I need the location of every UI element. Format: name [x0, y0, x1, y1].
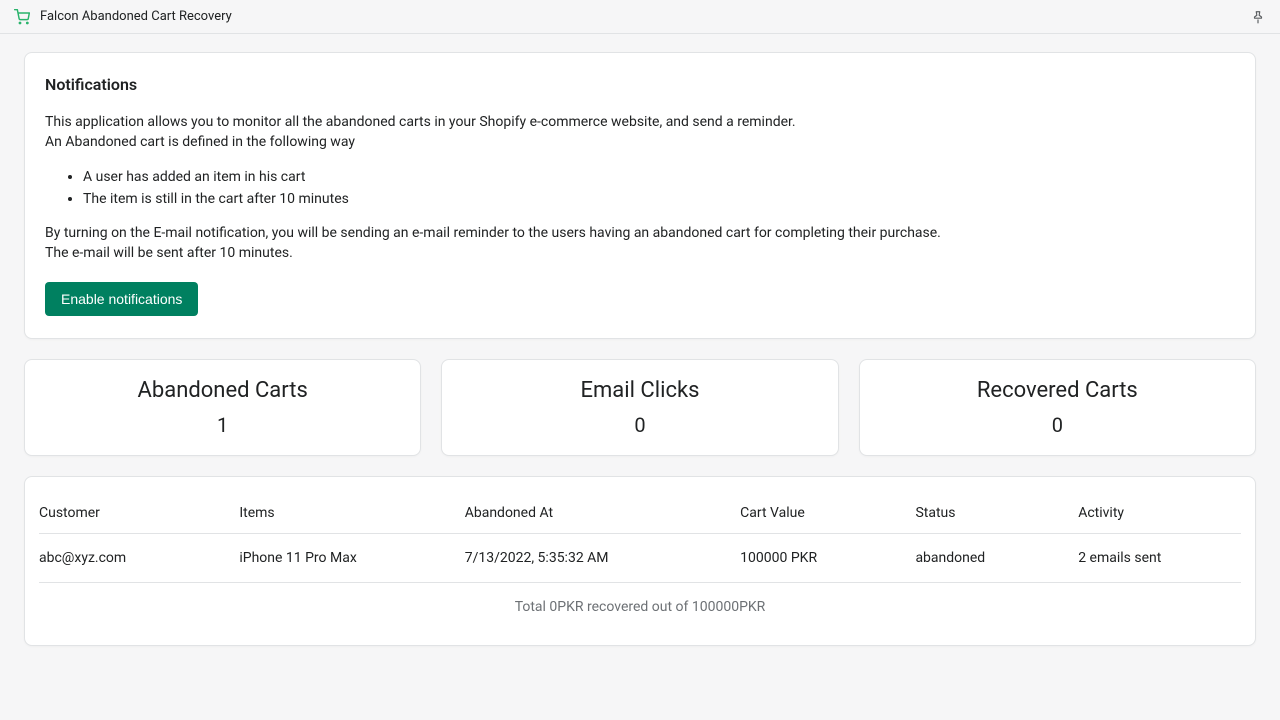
topbar: Falcon Abandoned Cart Recovery	[0, 0, 1280, 34]
stat-recovered-carts: Recovered Carts 0	[859, 359, 1256, 456]
enable-notifications-button[interactable]: Enable notifications	[45, 282, 198, 316]
table-row: abc@xyz.com iPhone 11 Pro Max 7/13/2022,…	[39, 533, 1241, 582]
col-items: Items	[239, 491, 464, 534]
notif-outro-2: The e-mail will be sent after 10 minutes…	[45, 243, 1235, 263]
cell-status: abandoned	[915, 533, 1078, 582]
topbar-left: Falcon Abandoned Cart Recovery	[14, 9, 232, 25]
pin-icon[interactable]	[1250, 9, 1266, 25]
table-summary-row: Total 0PKR recovered out of 100000PKR	[39, 582, 1241, 631]
notifications-card: Notifications This application allows yo…	[24, 52, 1256, 339]
stat-label: Abandoned Carts	[35, 378, 410, 403]
notif-intro-2: An Abandoned cart is defined in the foll…	[45, 132, 1235, 152]
col-status: Status	[915, 491, 1078, 534]
cell-activity: 2 emails sent	[1078, 533, 1241, 582]
cell-abandoned-at: 7/13/2022, 5:35:32 AM	[465, 533, 740, 582]
notif-bullet: A user has added an item in his cart	[83, 167, 1235, 187]
notifications-title: Notifications	[45, 75, 1235, 94]
col-abandoned-at: Abandoned At	[465, 491, 740, 534]
table-summary: Total 0PKR recovered out of 100000PKR	[39, 582, 1241, 631]
col-customer: Customer	[39, 491, 239, 534]
table-header-row: Customer Items Abandoned At Cart Value S…	[39, 491, 1241, 534]
stat-email-clicks: Email Clicks 0	[441, 359, 838, 456]
page-content: Notifications This application allows yo…	[0, 34, 1280, 664]
carts-table-card: Customer Items Abandoned At Cart Value S…	[24, 476, 1256, 646]
stat-value: 1	[35, 413, 410, 437]
notif-intro-1: This application allows you to monitor a…	[45, 112, 1235, 132]
notifications-body: This application allows you to monitor a…	[45, 112, 1235, 264]
carts-table: Customer Items Abandoned At Cart Value S…	[39, 491, 1241, 631]
notif-outro-1: By turning on the E-mail notification, y…	[45, 223, 1235, 243]
col-activity: Activity	[1078, 491, 1241, 534]
cell-customer: abc@xyz.com	[39, 533, 239, 582]
cart-app-icon	[14, 9, 30, 25]
stat-label: Email Clicks	[452, 378, 827, 403]
notif-bullet: The item is still in the cart after 10 m…	[83, 189, 1235, 209]
col-cart-value: Cart Value	[740, 491, 915, 534]
stat-value: 0	[452, 413, 827, 437]
cell-items: iPhone 11 Pro Max	[239, 533, 464, 582]
app-title: Falcon Abandoned Cart Recovery	[40, 9, 232, 24]
stat-abandoned-carts: Abandoned Carts 1	[24, 359, 421, 456]
notif-bullets: A user has added an item in his cart The…	[83, 167, 1235, 210]
stat-label: Recovered Carts	[870, 378, 1245, 403]
cell-cart-value: 100000 PKR	[740, 533, 915, 582]
stats-row: Abandoned Carts 1 Email Clicks 0 Recover…	[24, 359, 1256, 456]
stat-value: 0	[870, 413, 1245, 437]
